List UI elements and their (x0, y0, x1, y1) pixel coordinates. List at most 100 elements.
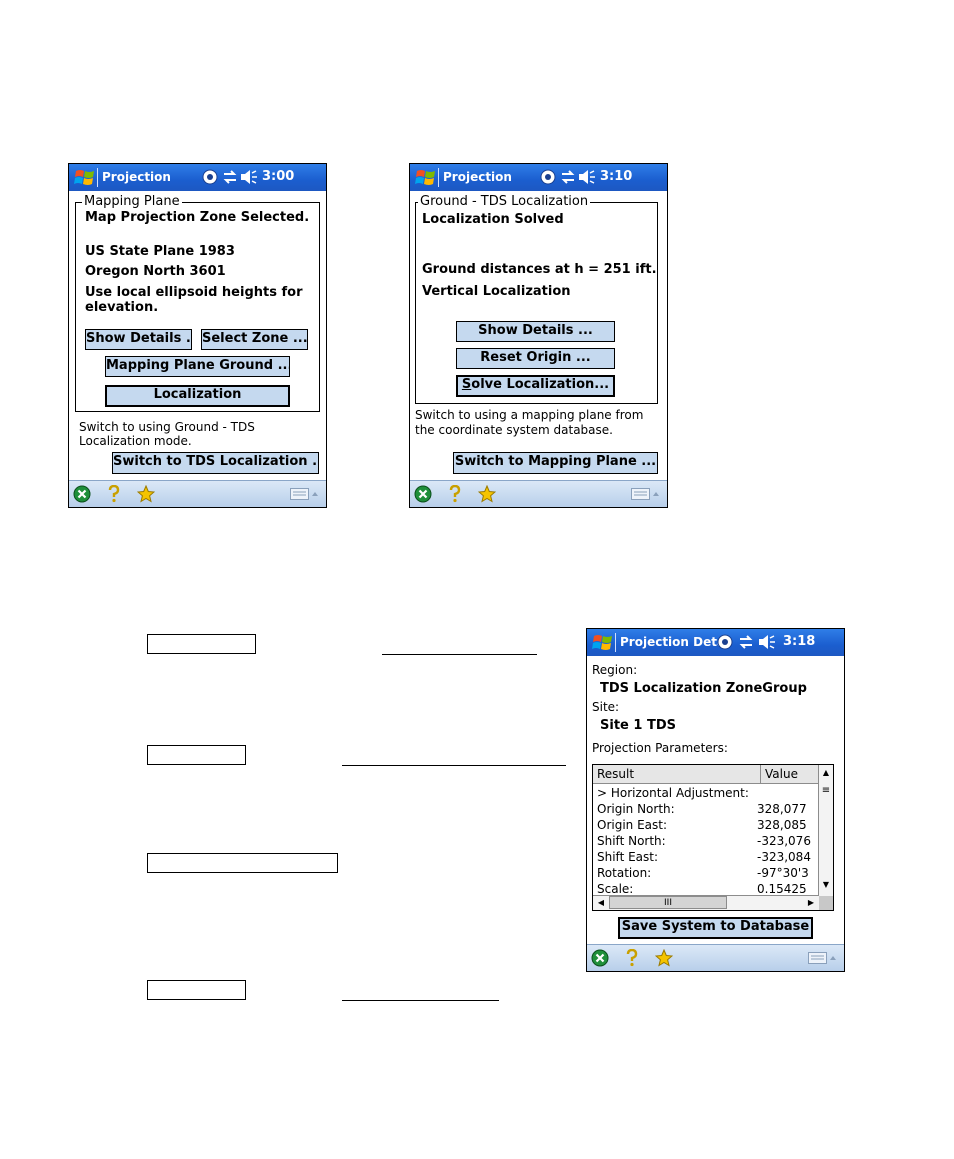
switch-to-tds-localization-button[interactable]: Switch to TDS Localization ... (112, 452, 319, 474)
title-bar: Projection 3:00 (69, 164, 326, 191)
underline-2 (342, 765, 566, 766)
help-icon[interactable] (448, 485, 462, 503)
underline-1 (382, 654, 537, 655)
select-zone-button[interactable]: Select Zone ... (201, 329, 308, 350)
table-row[interactable]: > Horizontal Adjustment: (593, 785, 819, 801)
horizontal-scrollbar[interactable]: ◀ III ▶ (593, 895, 819, 910)
table-row[interactable]: Shift North: -323,076 (593, 833, 819, 849)
close-circle-icon[interactable] (414, 485, 432, 503)
solve-accelerator-key: S (461, 377, 472, 392)
sync-arrows-icon[interactable] (560, 169, 576, 185)
windows-logo-icon[interactable] (73, 167, 97, 188)
switch-info-line1: Switch to using a mapping plane from (415, 408, 644, 422)
bottom-bar (410, 480, 667, 507)
scroll-left-arrow-icon[interactable]: ◀ (595, 897, 607, 909)
connectivity-icon[interactable] (540, 169, 556, 185)
region-value: TDS Localization ZoneGroup (600, 681, 807, 696)
help-icon[interactable] (625, 949, 639, 967)
connectivity-icon[interactable] (202, 169, 218, 185)
row-result: Origin East: (597, 818, 668, 832)
keyboard-icon[interactable] (808, 952, 838, 964)
favorites-star-icon[interactable] (655, 949, 673, 967)
vertical-scrollbar[interactable]: ▲ ≡ ▼ (818, 765, 833, 896)
ellipsoid-text-line2: elevation. (85, 300, 159, 315)
switch-info-line2: Localization mode. (79, 434, 192, 448)
close-circle-icon[interactable] (73, 485, 91, 503)
sync-arrows-icon[interactable] (222, 169, 238, 185)
row-value: -97°30'3 (757, 866, 809, 880)
speaker-icon[interactable] (578, 169, 596, 185)
table-row[interactable]: Origin North: 328,077 (593, 801, 819, 817)
projection-parameters-label: Projection Parameters: (592, 741, 728, 755)
blank-field-2[interactable] (147, 745, 246, 765)
solve-localization-label: olve Localization... (471, 377, 610, 392)
blank-field-4[interactable] (147, 980, 246, 1000)
row-value: 328,077 (757, 802, 807, 816)
window-title: Projection (102, 170, 171, 184)
localization-button[interactable]: Localization (105, 385, 290, 407)
row-result: Rotation: (597, 866, 652, 880)
scroll-corner (819, 896, 833, 910)
state-plane-text: US State Plane 1983 (85, 244, 235, 259)
favorites-star-icon[interactable] (137, 485, 155, 503)
window-title: Projection (443, 170, 512, 184)
projection-screen-mapping-plane: Projection 3:00 Mapping Plane Map Projec… (68, 163, 327, 508)
clock[interactable]: 3:18 (783, 634, 815, 649)
table-row[interactable]: Shift East: -323,084 (593, 849, 819, 865)
windows-logo-icon[interactable] (591, 632, 615, 653)
window-title: Projection Deta (620, 635, 726, 649)
localization-solved-text: Localization Solved (422, 212, 564, 227)
ellipsoid-text-line1: Use local ellipsoid heights for (85, 285, 303, 300)
show-details-button[interactable]: Show Details ... (85, 329, 192, 350)
keyboard-icon[interactable] (631, 488, 661, 500)
connectivity-icon[interactable] (717, 634, 733, 650)
show-details-button[interactable]: Show Details ... (456, 321, 615, 342)
groupbox-label: Mapping Plane (82, 194, 182, 210)
vertical-localization-text: Vertical Localization (422, 284, 571, 299)
keyboard-icon[interactable] (290, 488, 320, 500)
clock[interactable]: 3:10 (600, 169, 632, 184)
mapping-plane-ground-button[interactable]: Mapping Plane Ground ... (105, 356, 290, 377)
save-system-to-database-button[interactable]: Save System to Database (618, 917, 813, 939)
table-row[interactable]: Origin East: 328,085 (593, 817, 819, 833)
ground-distance-text: Ground distances at h = 251 ift. (422, 262, 657, 277)
blank-field-3[interactable] (147, 853, 338, 873)
reset-origin-button[interactable]: Reset Origin ... (456, 348, 615, 369)
speaker-icon[interactable] (758, 634, 776, 650)
table-row[interactable]: Rotation: -97°30'3 (593, 865, 819, 881)
groupbox-label: Ground - TDS Localization (418, 194, 591, 210)
row-value: -323,076 (757, 834, 811, 848)
parameters-table[interactable]: Result Value > Horizontal Adjustment: Or… (592, 764, 834, 911)
speaker-icon[interactable] (240, 169, 258, 185)
scroll-right-arrow-icon[interactable]: ▶ (805, 897, 817, 909)
title-separator (438, 168, 439, 187)
bottom-bar (69, 480, 326, 507)
site-value: Site 1 TDS (600, 718, 676, 733)
horizontal-scroll-thumb[interactable]: III (609, 896, 727, 909)
underline-4 (342, 1000, 499, 1001)
row-result: Origin North: (597, 802, 675, 816)
switch-to-mapping-plane-button[interactable]: Switch to Mapping Plane ... (453, 452, 658, 474)
tds-localization-groupbox: Ground - TDS Localization (415, 194, 658, 404)
clock[interactable]: 3:00 (262, 169, 294, 184)
scroll-down-arrow-icon[interactable]: ▼ (820, 879, 832, 891)
scroll-up-arrow-icon[interactable]: ▲ (820, 767, 832, 779)
blank-field-1[interactable] (147, 634, 256, 654)
column-header-value[interactable]: Value (761, 765, 819, 783)
row-result: Shift East: (597, 850, 659, 864)
windows-logo-icon[interactable] (414, 167, 438, 188)
help-icon[interactable] (107, 485, 121, 503)
site-label: Site: (592, 700, 620, 714)
title-separator (615, 633, 616, 652)
sync-arrows-icon[interactable] (738, 634, 754, 650)
scroll-thumb-grip-icon[interactable]: ≡ (820, 785, 832, 797)
title-bar: Projection Deta 3:18 (587, 629, 844, 656)
close-circle-icon[interactable] (591, 949, 609, 967)
row-value: 328,085 (757, 818, 807, 832)
favorites-star-icon[interactable] (478, 485, 496, 503)
row-value: -323,084 (757, 850, 811, 864)
column-header-result[interactable]: Result (593, 765, 761, 783)
row-result: Shift North: (597, 834, 666, 848)
projection-screen-tds-localization: Projection 3:10 Ground - TDS Localizatio… (409, 163, 668, 508)
solve-localization-button[interactable]: Solve Localization... (456, 375, 615, 397)
